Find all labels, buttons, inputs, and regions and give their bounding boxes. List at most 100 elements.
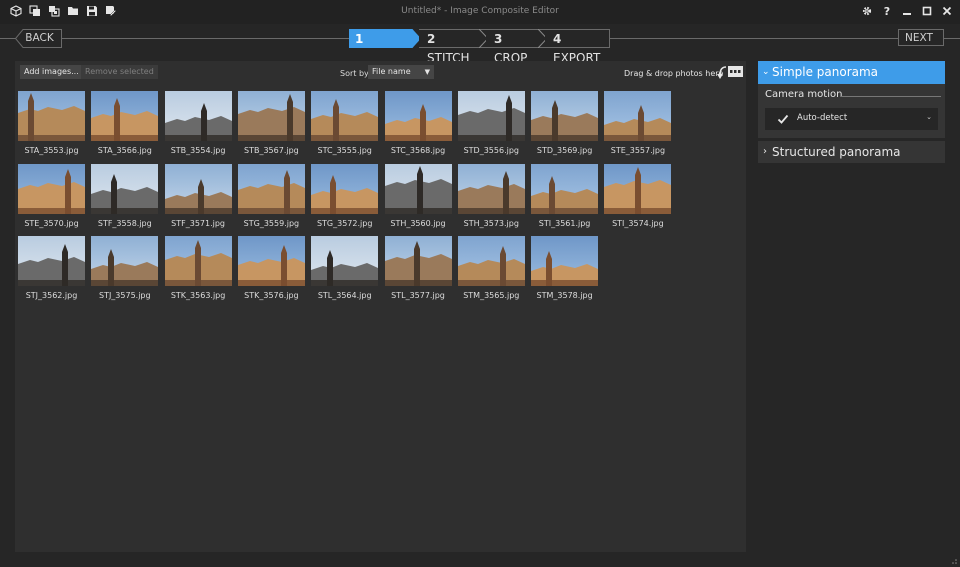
help-icon[interactable]: ? xyxy=(880,2,894,20)
camera-motion-divider xyxy=(841,96,941,97)
next-button[interactable]: NEXT xyxy=(898,29,944,46)
image-filename: STA_3553.jpg xyxy=(24,146,79,155)
photo-preview xyxy=(457,91,525,141)
photo-preview xyxy=(311,236,379,286)
camera-motion-label: Camera motion xyxy=(765,89,843,100)
photo-preview xyxy=(384,236,452,286)
image-filename: STL_3564.jpg xyxy=(317,291,372,300)
chevron-right-icon: › xyxy=(763,146,767,157)
drag-drop-icon xyxy=(717,66,743,79)
photo-preview xyxy=(311,163,379,214)
photo-preview xyxy=(18,236,85,286)
remove-selected-button[interactable]: Remove selected xyxy=(81,65,158,79)
image-filename: STI_3561.jpg xyxy=(538,218,591,228)
image-thumbnail[interactable] xyxy=(237,236,305,286)
photo-preview xyxy=(531,236,599,286)
image-filename: STG_3572.jpg xyxy=(316,218,373,228)
image-thumbnail[interactable] xyxy=(384,91,452,141)
image-filename: STM_3578.jpg xyxy=(536,291,593,300)
image-thumbnail[interactable] xyxy=(164,91,232,141)
minimize-icon[interactable] xyxy=(900,2,914,20)
title-bar: Untitled* - Image Composite Editor ? xyxy=(0,0,960,24)
photo-preview xyxy=(384,163,452,214)
image-thumbnail[interactable] xyxy=(531,236,599,286)
chevron-down-icon: ⌄ xyxy=(762,67,770,77)
image-thumbnail[interactable] xyxy=(18,236,85,286)
image-thumbnail[interactable] xyxy=(457,236,525,286)
image-thumbnail[interactable] xyxy=(18,91,85,141)
image-thumbnail[interactable] xyxy=(18,163,85,214)
maximize-icon[interactable] xyxy=(920,2,934,20)
sort-by-label: Sort by xyxy=(340,69,369,78)
photo-preview xyxy=(457,163,525,214)
image-thumbnail[interactable] xyxy=(237,163,305,214)
photo-preview xyxy=(457,236,525,286)
image-thumbnail[interactable] xyxy=(237,91,305,141)
sort-by-value: File name xyxy=(372,67,411,76)
image-filename: STI_3574.jpg xyxy=(612,218,664,228)
image-thumbnail[interactable] xyxy=(91,236,159,286)
image-thumbnail[interactable] xyxy=(457,91,525,141)
image-filename: STE_3557.jpg xyxy=(610,146,666,155)
structured-panorama-header[interactable]: › Structured panorama xyxy=(758,141,945,163)
photo-preview xyxy=(164,91,232,141)
photo-preview xyxy=(18,163,85,214)
image-thumbnail[interactable] xyxy=(384,163,452,214)
import-panel: Add images... Remove selected Sort by Fi… xyxy=(15,61,746,552)
simple-panorama-body: Camera motion Auto-detect ⌄ xyxy=(758,84,945,138)
step-import-number: 1 xyxy=(355,32,364,46)
step-stitch-number: 2 xyxy=(427,32,436,46)
image-thumbnail[interactable] xyxy=(457,163,525,214)
image-thumbnail[interactable] xyxy=(531,163,599,214)
checkmark-icon xyxy=(777,114,789,124)
image-filename: STB_3554.jpg xyxy=(170,146,226,155)
image-thumbnail[interactable] xyxy=(384,236,452,286)
camera-motion-select[interactable]: Auto-detect ⌄ xyxy=(765,108,938,130)
step-crop-number: 3 xyxy=(494,32,503,46)
add-images-button[interactable]: Add images... xyxy=(20,65,83,79)
resize-grip-icon[interactable] xyxy=(949,556,957,564)
image-thumbnail[interactable] xyxy=(91,91,159,141)
image-thumbnail[interactable] xyxy=(311,236,379,286)
window-controls: ? xyxy=(860,2,954,20)
image-filename: STE_3570.jpg xyxy=(24,218,79,228)
sort-by-select[interactable]: File name ▼ xyxy=(368,65,434,79)
simple-panorama-header[interactable]: ⌄ Simple panorama xyxy=(758,61,945,84)
settings-icon[interactable] xyxy=(860,2,874,20)
image-filename: STK_3576.jpg xyxy=(244,291,299,300)
step-crop[interactable]: 3 CROP xyxy=(486,29,548,65)
image-filename: STL_3577.jpg xyxy=(391,291,445,300)
image-thumbnail[interactable] xyxy=(91,163,159,214)
step-export[interactable]: 4 EXPORT xyxy=(545,29,610,65)
step-import[interactable]: 1 IMPORT xyxy=(349,29,421,48)
settings-panel: ⌄ Simple panorama Camera motion Auto-det… xyxy=(758,61,945,552)
image-filename: STJ_3575.jpg xyxy=(98,291,151,300)
image-filename: STD_3556.jpg xyxy=(463,146,519,155)
image-filename: STG_3559.jpg xyxy=(243,218,300,228)
image-thumbnail[interactable] xyxy=(311,163,379,214)
step-navigation: BACK 1 IMPORT 2 STITCH 3 CROP 4 EXPORT N… xyxy=(0,24,960,65)
drag-drop-label: Drag & drop photos here xyxy=(624,69,724,78)
image-filename: STJ_3562.jpg xyxy=(25,291,78,300)
photo-preview xyxy=(164,236,232,286)
image-thumbnail[interactable] xyxy=(531,91,599,141)
structured-panorama-label: Structured panorama xyxy=(772,145,901,159)
image-thumbnail[interactable] xyxy=(164,236,232,286)
image-thumbnail[interactable] xyxy=(604,91,672,141)
image-thumbnail[interactable] xyxy=(311,91,379,141)
photo-preview xyxy=(604,163,672,214)
image-filename: STD_3569.jpg xyxy=(536,146,593,155)
close-icon[interactable] xyxy=(940,2,954,20)
photo-preview xyxy=(604,91,672,141)
image-filename: STM_3565.jpg xyxy=(463,291,520,300)
image-thumbnail[interactable] xyxy=(604,163,672,214)
image-thumbnail[interactable] xyxy=(164,163,232,214)
camera-motion-value: Auto-detect xyxy=(797,113,848,123)
photo-preview xyxy=(91,91,159,141)
photo-preview xyxy=(164,163,232,214)
back-button[interactable]: BACK xyxy=(15,30,60,47)
image-filename: STF_3558.jpg xyxy=(97,218,152,228)
image-filename: STH_3573.jpg xyxy=(463,218,519,228)
simple-panorama-label: Simple panorama xyxy=(772,65,879,79)
step-stitch[interactable]: 2 STITCH xyxy=(419,29,489,65)
